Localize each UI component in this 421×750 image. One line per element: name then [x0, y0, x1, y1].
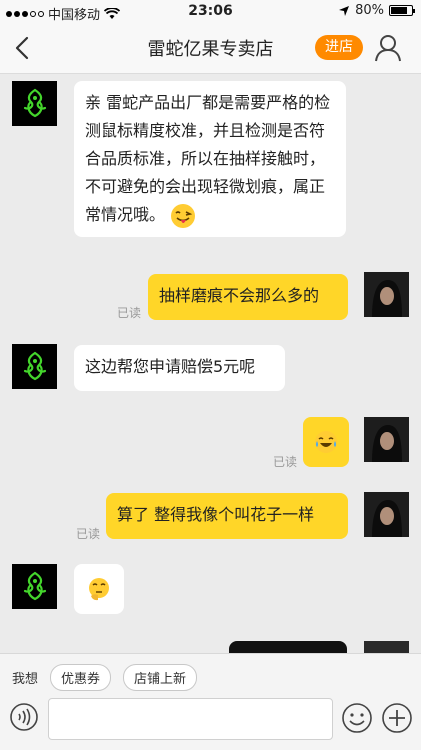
read-receipt: 已读 — [117, 306, 142, 320]
message-bubble[interactable]: 这边帮您申请赔偿5元呢 — [74, 345, 285, 391]
image-message-preview[interactable] — [229, 641, 347, 653]
user-profile-icon[interactable] — [374, 33, 402, 63]
message-text: 亲 雷蛇产品出厂都是需要严格的检测鼠标精度校准，并且检测是否符合品质标准，所以在… — [85, 93, 331, 224]
thinking-face-icon — [89, 578, 109, 601]
coupon-chip[interactable]: 优惠券 — [50, 664, 112, 691]
location-arrow-icon — [339, 5, 350, 16]
new-arrivals-chip[interactable]: 店铺上新 — [123, 664, 198, 691]
message-bubble[interactable] — [74, 564, 124, 614]
shop-avatar[interactable] — [12, 81, 57, 126]
message-text: 抽样磨痕不会那么多的 — [159, 286, 320, 305]
shop-avatar[interactable] — [12, 344, 57, 389]
enter-store-button[interactable]: 进店 — [315, 35, 363, 60]
user-photo-icon — [364, 417, 409, 462]
user-photo-icon — [364, 272, 409, 317]
message-bubble[interactable]: 抽样磨痕不会那么多的 — [148, 274, 348, 320]
my-avatar[interactable] — [364, 417, 409, 462]
tongue-wink-icon — [171, 203, 196, 228]
message-text: 这边帮您申请赔偿5元呢 — [85, 357, 256, 376]
emoji-button-icon[interactable] — [341, 702, 373, 734]
quick-actions: 我想 优惠券 店铺上新 — [12, 664, 198, 691]
nav-bar: 雷蛇亿果专卖店 进店 — [0, 22, 421, 74]
input-panel: 我想 优惠券 店铺上新 — [0, 653, 421, 750]
message-text: 算了 整得我像个叫花子一样 — [117, 505, 315, 524]
chat-area[interactable]: 亲 雷蛇产品出厂都是需要严格的检测鼠标精度校准，并且检测是否符合品质标准，所以在… — [0, 75, 421, 653]
quick-actions-label: 我想 — [12, 672, 39, 687]
razer-logo-icon — [23, 88, 46, 117]
razer-logo-icon — [23, 571, 46, 600]
more-actions-icon[interactable] — [381, 702, 413, 734]
back-chevron-icon[interactable] — [10, 34, 36, 62]
status-bar: 中国移动 23:06 80% — [0, 0, 421, 23]
read-receipt: 已读 — [76, 527, 101, 541]
shop-avatar[interactable] — [12, 564, 57, 609]
my-avatar[interactable] — [364, 272, 409, 317]
battery-percent: 80% — [355, 3, 384, 18]
message-bubble[interactable]: 亲 雷蛇产品出厂都是需要严格的检测鼠标精度校准，并且检测是否符合品质标准，所以在… — [74, 81, 346, 237]
battery-icon — [389, 5, 415, 16]
message-bubble[interactable] — [303, 417, 349, 467]
message-bubble[interactable]: 算了 整得我像个叫花子一样 — [106, 493, 348, 539]
read-receipt: 已读 — [273, 455, 298, 469]
tears-of-joy-icon — [315, 431, 337, 453]
user-photo-icon — [364, 492, 409, 537]
message-input[interactable] — [48, 698, 333, 740]
voice-input-icon[interactable] — [9, 702, 39, 732]
my-avatar[interactable] — [364, 641, 409, 653]
razer-logo-icon — [23, 351, 46, 380]
my-avatar[interactable] — [364, 492, 409, 537]
